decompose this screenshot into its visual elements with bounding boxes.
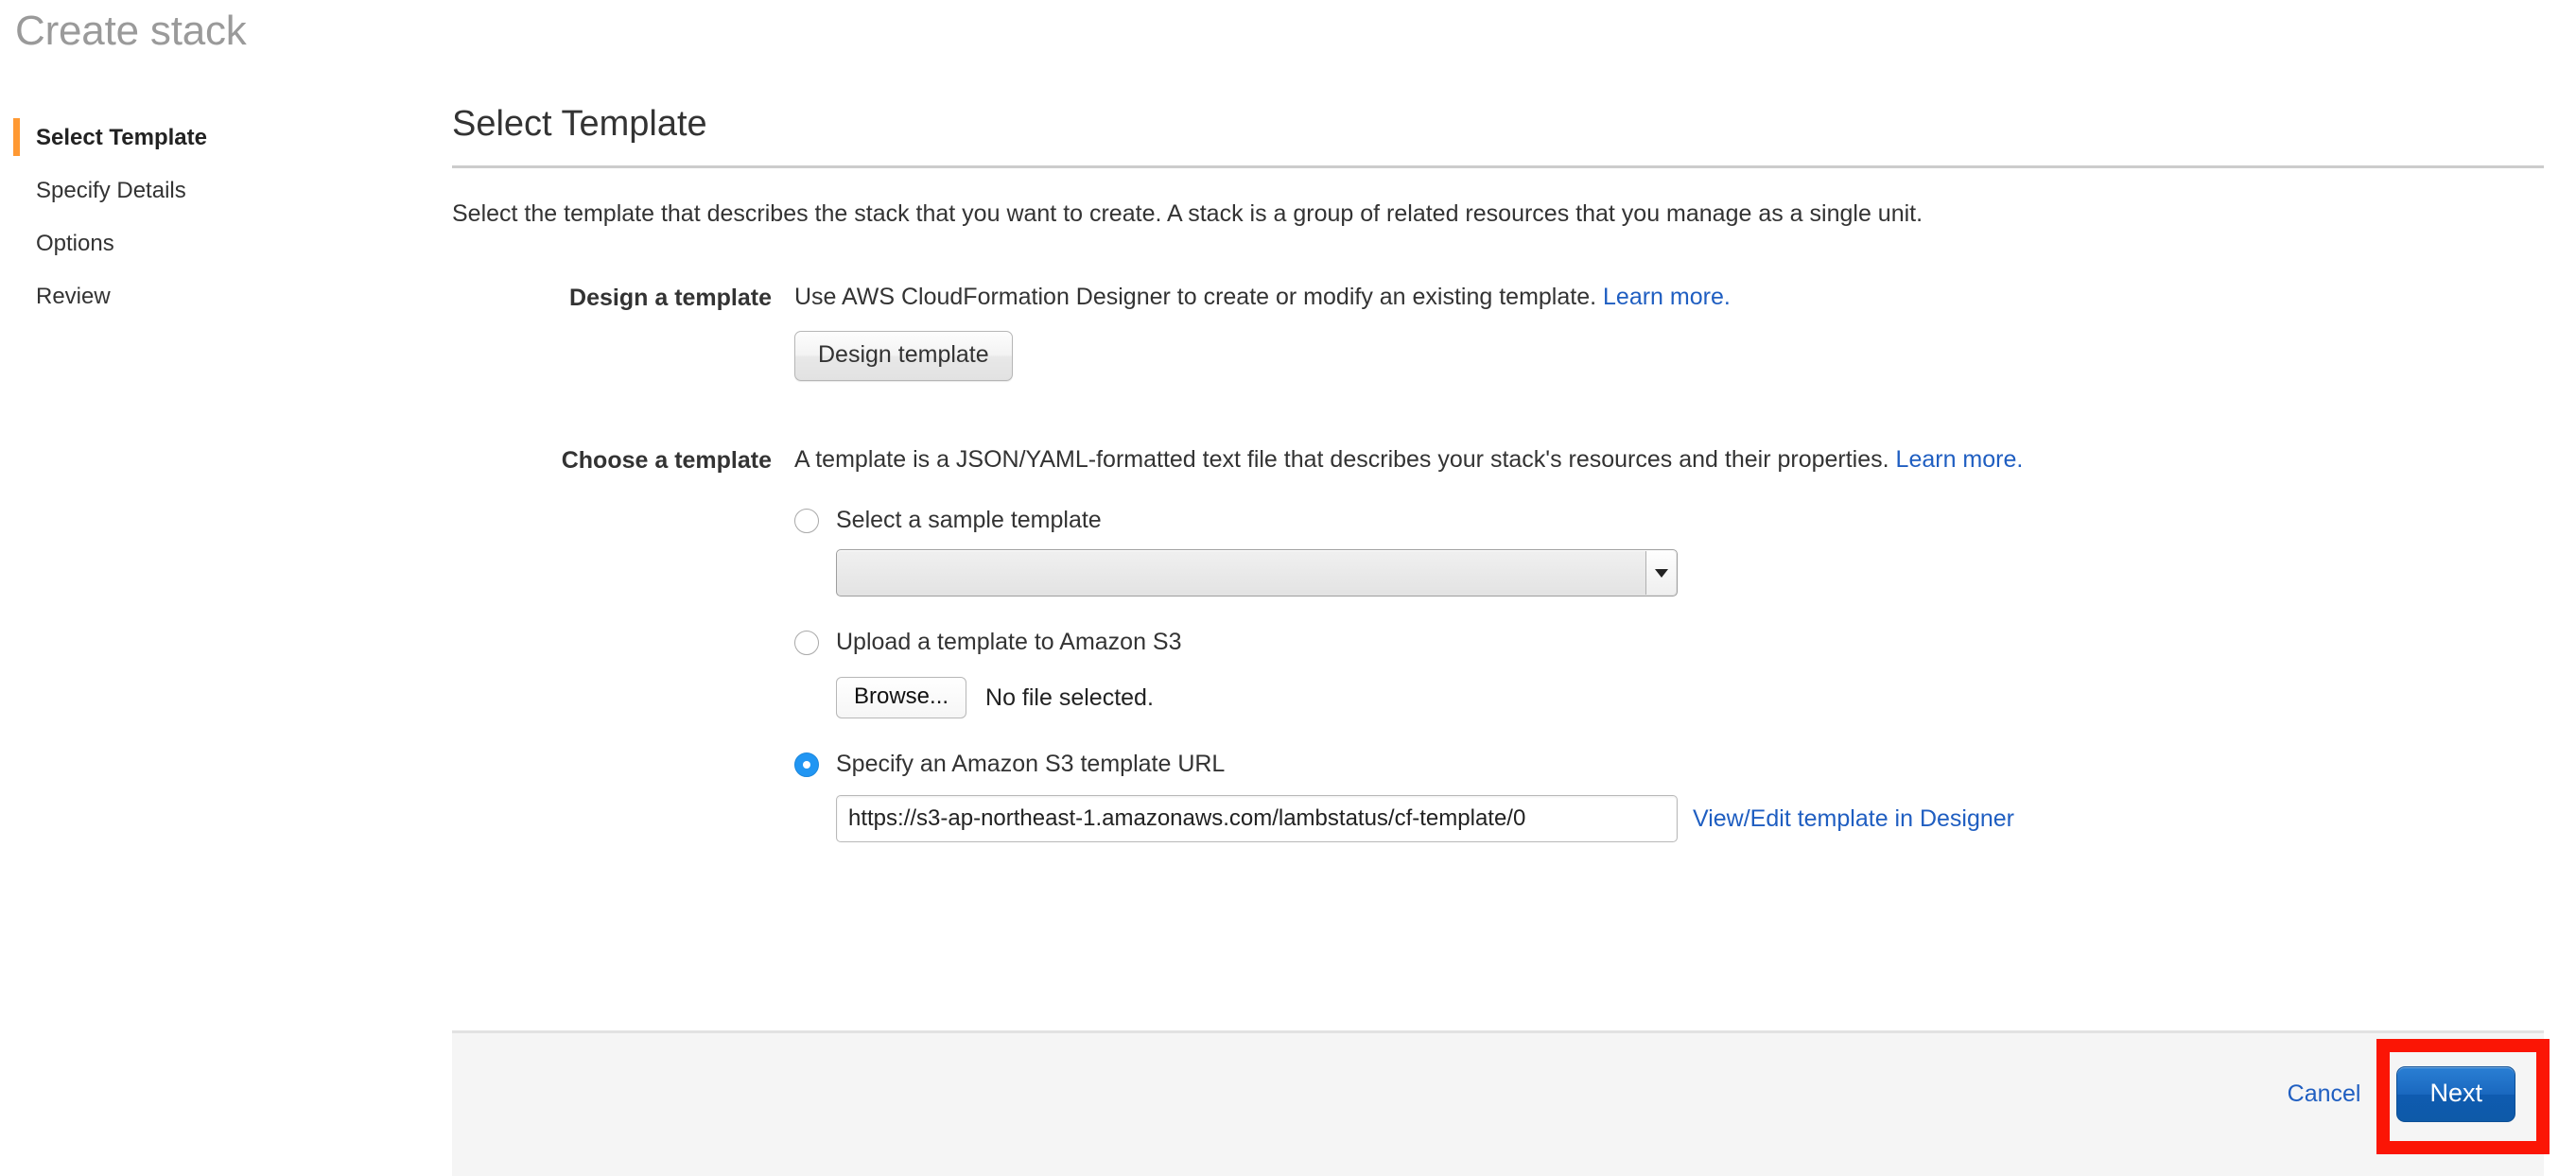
option-upload-template[interactable]: Upload a template to Amazon S3 xyxy=(794,629,2544,656)
wizard-sidebar: Select Template Specify Details Options … xyxy=(0,112,397,323)
radio-select-sample-template[interactable] xyxy=(794,509,819,533)
sidebar-item-options[interactable]: Options xyxy=(0,217,397,270)
sidebar-item-specify-details[interactable]: Specify Details xyxy=(0,164,397,217)
sidebar-item-label: Options xyxy=(36,231,114,257)
design-a-template-label: Design a template xyxy=(452,283,794,312)
design-learn-more-link[interactable]: Learn more. xyxy=(1603,284,1731,310)
sidebar-item-select-template[interactable]: Select Template xyxy=(0,112,397,164)
wizard-footer: Cancel Next xyxy=(452,1030,2544,1176)
next-button[interactable]: Next xyxy=(2396,1066,2515,1122)
create-stack-page: Create stack Select Template Specify Det… xyxy=(0,0,2576,1176)
choose-learn-more-link[interactable]: Learn more. xyxy=(1896,446,2024,473)
view-edit-template-in-designer-link[interactable]: View/Edit template in Designer xyxy=(1693,805,2014,833)
design-a-template-body: Use AWS CloudFormation Designer to creat… xyxy=(794,283,2544,381)
choose-a-template-description: A template is a JSON/YAML-formatted text… xyxy=(794,445,2544,475)
choose-a-template-body: A template is a JSON/YAML-formatted text… xyxy=(794,445,2544,842)
design-a-template-row: Design a template Use AWS CloudFormation… xyxy=(452,283,2544,381)
design-a-template-description: Use AWS CloudFormation Designer to creat… xyxy=(794,283,2544,312)
design-template-button[interactable]: Design template xyxy=(794,331,1013,381)
browse-button[interactable]: Browse... xyxy=(836,677,966,718)
content-heading: Select Template xyxy=(452,104,2544,165)
sample-template-select[interactable] xyxy=(836,549,1678,597)
radio-upload-template[interactable] xyxy=(794,631,819,655)
option-specify-s3-url[interactable]: Specify an Amazon S3 template URL xyxy=(794,751,2544,778)
intro-text: Select the template that describes the s… xyxy=(452,199,2544,230)
chevron-down-icon[interactable] xyxy=(1645,551,1676,595)
choose-a-template-row: Choose a template A template is a JSON/Y… xyxy=(452,445,2544,842)
option-select-sample-template[interactable]: Select a sample template xyxy=(794,507,2544,534)
main-content: Select Template Select the template that… xyxy=(452,104,2544,842)
option-label-select-sample-template[interactable]: Select a sample template xyxy=(836,507,1102,534)
sidebar-item-label: Review xyxy=(36,284,111,310)
footer-actions: Cancel Next xyxy=(2288,1033,2515,1154)
sidebar-item-label: Select Template xyxy=(36,125,207,151)
choose-description-text: A template is a JSON/YAML-formatted text… xyxy=(794,446,1889,473)
cancel-button[interactable]: Cancel xyxy=(2288,1081,2361,1108)
heading-divider xyxy=(452,165,2544,168)
choose-a-template-label: Choose a template xyxy=(452,445,794,475)
file-status-text: No file selected. xyxy=(985,684,1154,712)
radio-specify-s3-url[interactable] xyxy=(794,752,819,777)
file-picker-row: Browse... No file selected. xyxy=(794,677,2544,718)
sidebar-item-label: Specify Details xyxy=(36,178,186,204)
sidebar-item-review[interactable]: Review xyxy=(0,270,397,323)
active-step-marker xyxy=(13,118,20,156)
s3-url-row: View/Edit template in Designer xyxy=(794,795,2544,842)
design-description-text: Use AWS CloudFormation Designer to creat… xyxy=(794,284,1596,310)
template-form: Design a template Use AWS CloudFormation… xyxy=(452,283,2544,843)
page-title: Create stack xyxy=(15,8,247,55)
sample-template-select-wrapper xyxy=(794,549,2544,597)
option-label-upload-template[interactable]: Upload a template to Amazon S3 xyxy=(836,629,1182,656)
s3-template-url-input[interactable] xyxy=(836,795,1678,842)
option-label-specify-s3-url[interactable]: Specify an Amazon S3 template URL xyxy=(836,751,1225,778)
